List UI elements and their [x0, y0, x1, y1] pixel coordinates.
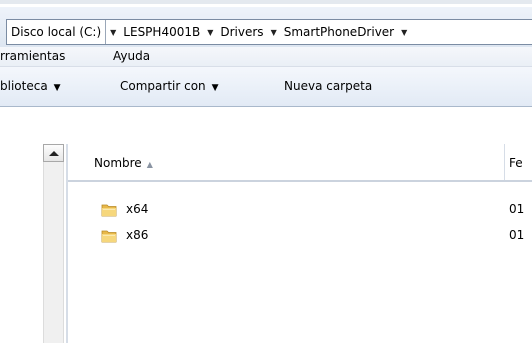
- file-date: 01: [509, 202, 525, 216]
- file-name: x86: [126, 228, 149, 242]
- address-bar[interactable]: Disco local (C:) ▼ LESPH4001B ▼ Drivers …: [6, 19, 532, 45]
- breadcrumb-item[interactable]: LESPH4001B: [120, 25, 203, 39]
- breadcrumb-dropdown-icon[interactable]: ▼: [397, 28, 411, 37]
- sort-ascending-icon: ▲: [146, 160, 153, 169]
- window-top-edge: [0, 0, 532, 4]
- breadcrumb-item[interactable]: Drivers: [217, 25, 266, 39]
- arrow-up-icon: [48, 150, 59, 156]
- file-row-x64[interactable]: x64 01: [68, 199, 532, 221]
- column-name-label: Nombre: [94, 156, 142, 170]
- breadcrumb-root[interactable]: Disco local (C:): [7, 20, 107, 44]
- menu-bar: rramientas Ayuda: [0, 47, 532, 67]
- menu-help[interactable]: Ayuda: [113, 49, 150, 63]
- new-folder-button[interactable]: Nueva carpeta: [284, 79, 372, 93]
- command-bar: blioteca ▼ Compartir con ▼ Nueva carpeta: [0, 67, 532, 107]
- column-header-name[interactable]: Nombre ▲: [94, 156, 153, 170]
- library-label: blioteca: [0, 79, 48, 93]
- menu-tools[interactable]: rramientas: [0, 49, 65, 63]
- new-folder-label: Nueva carpeta: [284, 79, 373, 93]
- navigation-scrollbar[interactable]: [43, 144, 64, 343]
- breadcrumb-drive[interactable]: Disco local (C:): [7, 25, 103, 39]
- share-button[interactable]: Compartir con ▼: [120, 79, 219, 93]
- column-header-date[interactable]: Fe: [509, 156, 523, 170]
- file-name: x64: [126, 202, 149, 216]
- breadcrumb-item[interactable]: SmartPhoneDriver: [281, 25, 397, 39]
- dropdown-arrow-icon: ▼: [211, 83, 219, 93]
- column-separator[interactable]: [504, 144, 505, 180]
- share-label: Compartir con: [120, 79, 206, 93]
- file-list-header: Nombre ▲ Fe: [68, 144, 532, 182]
- library-button[interactable]: blioteca ▼: [0, 79, 61, 93]
- breadcrumb-dropdown-icon[interactable]: ▼: [106, 28, 120, 37]
- folder-icon: [101, 230, 117, 243]
- scroll-up-button[interactable]: [43, 144, 64, 162]
- breadcrumb-dropdown-icon[interactable]: ▼: [267, 28, 281, 37]
- address-bar-area: Disco local (C:) ▼ LESPH4001B ▼ Drivers …: [0, 7, 532, 47]
- file-row-x86[interactable]: x86 01: [68, 225, 532, 247]
- file-date: 01: [509, 228, 525, 242]
- dropdown-arrow-icon: ▼: [53, 83, 61, 93]
- folder-icon: [101, 204, 117, 217]
- breadcrumb-dropdown-icon[interactable]: ▼: [203, 28, 217, 37]
